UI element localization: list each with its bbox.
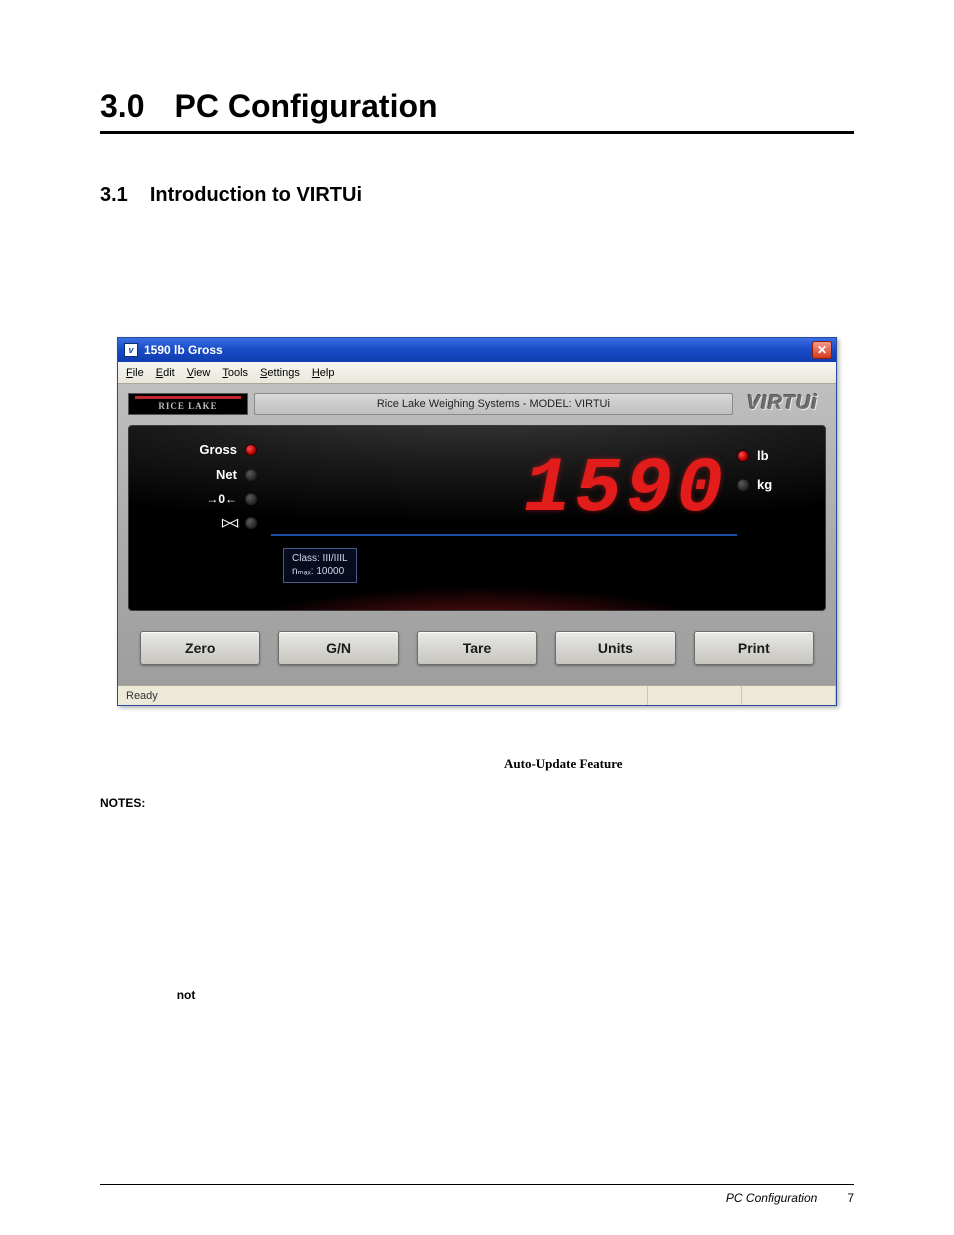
zero-button[interactable]: Zero [140,631,260,665]
section-heading: 3.0 PC Configuration [100,88,854,134]
window-titlebar: v 1590 lb Gross ✕ [118,338,836,362]
net-led-icon [245,469,257,481]
menu-file[interactable]: File [126,367,144,379]
motion-led-icon [245,517,257,529]
close-button[interactable]: ✕ [812,341,832,359]
page-footer: PC Configuration 7 [100,1184,854,1205]
indicator-net: Net [147,467,257,482]
subsection-heading: 3.1 Introduction to VIRTUi [100,184,854,207]
auto-update-heading: 3.1.1 Auto-Update Feature [100,756,854,772]
zero-led-icon [245,493,257,505]
footer-section-label: PC Configuration [726,1191,817,1205]
menu-settings[interactable]: Settings [260,367,300,379]
menu-bar: File Edit View Tools Settings Help [118,362,836,384]
auto-update-number: 3.1.1 [100,756,126,772]
brand-label: VIRTUi [739,392,826,415]
indicator-zero: →0← [147,492,257,506]
screenshot-figure: v 1590 lb Gross ✕ File Edit View Tools S… [117,337,837,726]
status-pane-3 [742,686,836,705]
lb-led-icon [737,450,749,462]
gross-net-button[interactable]: G/N [278,631,398,665]
subsection-title: Introduction to VIRTUi [150,184,362,207]
notes-header: NOTES: [100,796,854,810]
weight-display-panel: Gross Net →0← ▷◁ [128,425,826,611]
gross-led-icon [245,444,257,456]
menu-tools[interactable]: Tools [222,367,248,379]
kg-led-icon [737,479,749,491]
rice-lake-logo: RICE LAKE [128,393,248,415]
notes-body-2: not [100,986,854,1004]
class-line2: nₘₐₓ: 10000 [292,565,348,578]
class-info-box: Class: III/IIIL nₘₐₓ: 10000 [283,548,357,583]
not-emphasis: not [177,988,196,1002]
class-line1: Class: III/IIIL [292,552,348,565]
tare-button[interactable]: Tare [417,631,537,665]
subsection-number: 3.1 [100,184,128,207]
footer-page-number: 7 [847,1191,854,1205]
app-icon: v [124,343,138,357]
section-title: PC Configuration [174,88,437,125]
window-title: 1590 lb Gross [144,343,223,357]
model-strip: Rice Lake Weighing Systems - MODEL: VIRT… [254,393,733,415]
status-text: Ready [118,686,648,705]
close-icon: ✕ [817,344,827,356]
app-window: v 1590 lb Gross ✕ File Edit View Tools S… [117,337,837,706]
menu-edit[interactable]: Edit [156,367,175,379]
menu-view[interactable]: View [187,367,211,379]
indicator-gross: Gross [147,442,257,457]
client-area: RICE LAKE Rice Lake Weighing Systems - M… [118,384,836,685]
unit-kg: kg [737,477,807,492]
status-bar: Ready [118,685,836,705]
weight-readout: 1590 [524,446,727,534]
figure-caption: Figure 3-1. VIRTUi Main Display [117,714,837,726]
status-pane-2 [648,686,742,705]
auto-update-title: Auto-Update Feature [504,756,623,772]
notes-body [100,818,854,836]
unit-lb: lb [737,448,807,463]
units-button[interactable]: Units [555,631,675,665]
section-number: 3.0 [100,88,144,125]
indicator-motion: ▷◁ [147,516,257,529]
menu-help[interactable]: Help [312,367,335,379]
print-button[interactable]: Print [694,631,814,665]
